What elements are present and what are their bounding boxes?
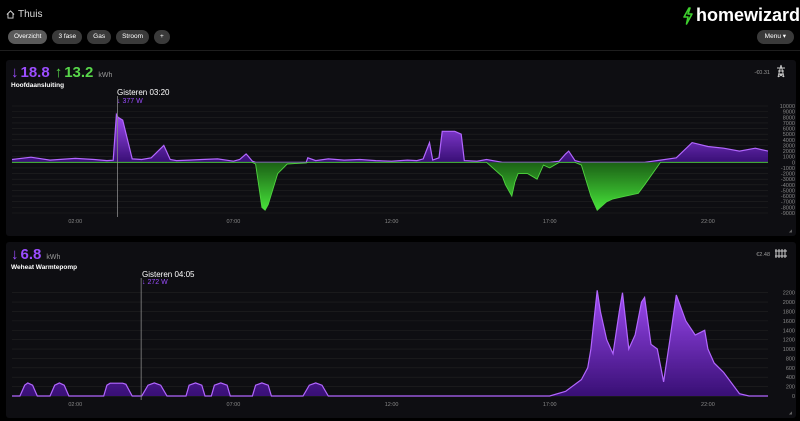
energy-unit: kWh xyxy=(46,254,61,261)
y-tick-label: 1200 xyxy=(783,338,795,344)
energy-totals: ↓ 6.8 kWh xyxy=(11,246,60,263)
import-area xyxy=(12,290,768,396)
hover-value-label: ↓ 377 W xyxy=(117,98,143,105)
tab-bar: Overzicht 3 fase Gas Stroom + xyxy=(8,30,170,44)
main-connection-chart[interactable]: 1000090008000700060005000400030002000100… xyxy=(6,60,796,236)
y-tick-label: 1400 xyxy=(783,328,795,334)
x-tick-label: 07:00 xyxy=(227,219,241,225)
x-tick-label: 17:00 xyxy=(543,402,557,408)
import-area xyxy=(12,114,768,163)
y-tick-label: 800 xyxy=(786,356,795,362)
brand-name: homewizard xyxy=(695,5,800,25)
x-tick-label: 17:00 xyxy=(543,219,557,225)
tab-gas[interactable]: Gas xyxy=(87,30,112,44)
menu-button[interactable]: Menu ▾ xyxy=(756,30,794,44)
heat-pump-panel[interactable]: 2200 2000 1800 1600 1400 1200 1000 800 600 400 200… xyxy=(6,242,796,418)
energy-unit: kWh xyxy=(98,72,113,79)
panel-title: Weheat Warmtepomp xyxy=(11,264,78,271)
cost-label: -€0.31 xyxy=(754,70,770,76)
import-value: 18.8 xyxy=(20,64,50,81)
y-tick-label: -9000 xyxy=(781,211,795,217)
radiator-icon xyxy=(775,249,787,258)
x-tick-label: 22:00 xyxy=(701,219,715,225)
brand-logo: homewizard xyxy=(682,5,800,26)
y-tick-label: 600 xyxy=(786,366,795,372)
home-link[interactable]: Thuis xyxy=(6,9,42,20)
y-tick-label: 1600 xyxy=(783,319,795,325)
x-tick-label: 12:00 xyxy=(385,219,399,225)
y-tick-label: 1000 xyxy=(783,347,795,353)
y-tick-label: 200 xyxy=(786,385,795,391)
y-tick-label: 400 xyxy=(786,375,795,381)
x-tick-label: 02:00 xyxy=(68,402,82,408)
import-arrow-icon: ↓ xyxy=(11,64,19,81)
cost-label: €2.48 xyxy=(756,252,770,258)
export-area xyxy=(12,162,768,211)
hover-time-label: Gisteren 03:20 xyxy=(117,88,170,97)
main-connection-panel[interactable]: 10000 9000 8000 7000 6000 5000 4000 3000 2000 100… xyxy=(6,60,796,236)
y-tick-label: 0 xyxy=(792,394,795,400)
export-value: 13.2 xyxy=(64,64,94,81)
header-divider xyxy=(0,50,800,51)
lightning-bolt-icon xyxy=(683,6,693,25)
tab-overview[interactable]: Overzicht xyxy=(8,30,48,44)
hover-time-label: Gisteren 04:05 xyxy=(142,270,195,279)
y-tick-label: 2000 xyxy=(783,300,795,306)
y-tick-label: 1800 xyxy=(783,309,795,315)
x-tick-label: 22:00 xyxy=(701,402,715,408)
x-tick-label: 02:00 xyxy=(68,219,82,225)
x-tick-label: 12:00 xyxy=(385,402,399,408)
export-arrow-icon: ↑ xyxy=(54,64,63,81)
y-tick-label: 2200 xyxy=(783,291,795,297)
add-tab-button[interactable]: + xyxy=(154,30,170,44)
hover-value-label: ↓ 272 W xyxy=(142,279,168,286)
home-label: Thuis xyxy=(18,9,43,20)
resize-handle-icon[interactable]: ◢ xyxy=(789,410,792,415)
resize-handle-icon[interactable]: ◢ xyxy=(789,228,792,233)
tab-3-phase[interactable]: 3 fase xyxy=(52,30,83,44)
x-tick-label: 07:00 xyxy=(227,402,241,408)
import-arrow-icon: ↓ xyxy=(11,246,19,263)
power-pylon-icon xyxy=(777,64,785,78)
top-bar: Thuis homewizard Overzicht 3 fase Gas St… xyxy=(0,0,800,52)
panel-title: Hoofdaansluiting xyxy=(11,82,65,89)
tab-power[interactable]: Stroom xyxy=(116,30,150,44)
hover-value: 377 W xyxy=(122,98,143,105)
import-value: 6.8 xyxy=(20,246,42,263)
hover-value: 272 W xyxy=(147,279,168,286)
heat-pump-chart[interactable]: 2200200018001600140012001000800600400200… xyxy=(6,242,796,418)
energy-totals: ↓ 18.8 ↑ 13.2 kWh xyxy=(11,64,112,81)
home-icon xyxy=(6,10,15,19)
